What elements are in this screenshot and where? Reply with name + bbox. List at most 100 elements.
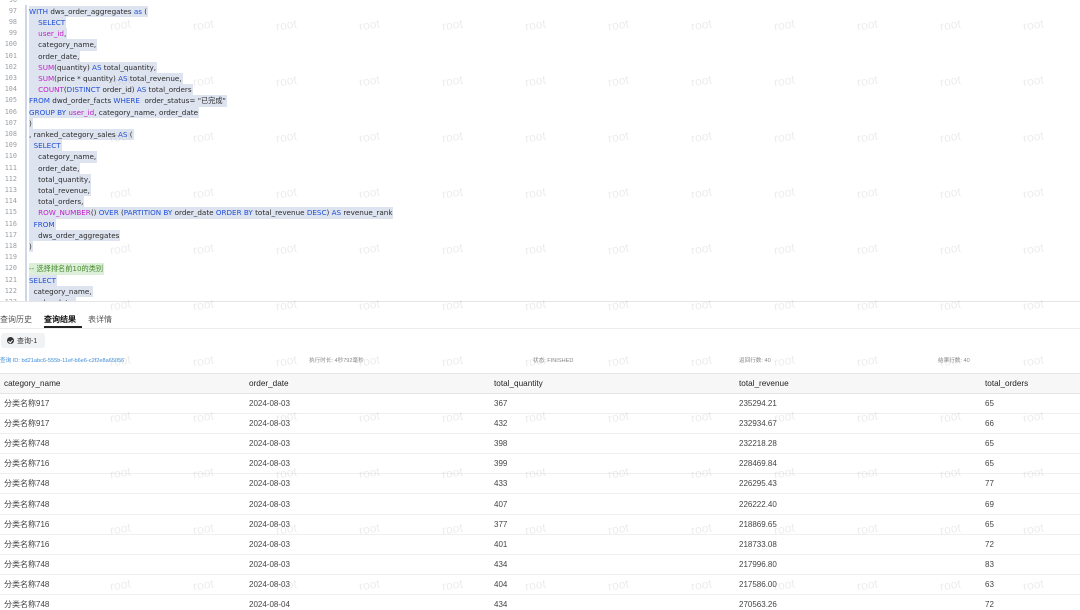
line-number: 113: [4, 185, 17, 194]
table-cell: 66: [981, 413, 1080, 435]
column-header[interactable]: total_quantity: [490, 373, 735, 394]
column-header[interactable]: total_revenue: [735, 373, 981, 394]
line-number: 108: [4, 129, 17, 138]
result-rows: 结果行数: 40: [938, 358, 970, 364]
code-line[interactable]: 121 SELECT: [0, 274, 1080, 286]
code-token: total_orders,: [29, 197, 84, 207]
code-line[interactable]: 119: [0, 252, 1080, 263]
code-line[interactable]: 122 category_name,: [0, 285, 1080, 297]
table-row[interactable]: 分类名称716 2024-08-03 401 218733.08 72: [0, 534, 1080, 555]
code-line[interactable]: 109 SELECT: [0, 140, 1080, 152]
code-token: AS: [117, 129, 128, 139]
code-token: total_revenue: [252, 208, 307, 218]
result-table: category_name order_date total_quantity tot…: [0, 373, 1080, 610]
code-token: SELECT: [38, 17, 66, 27]
query-id[interactable]: 查询 ID: bd21abc6-555b-11ef-b6e6-c2f2e8a65…: [0, 356, 124, 364]
code-token: order_date,: [29, 51, 80, 61]
table-cell: 77: [981, 473, 1080, 495]
code-line[interactable]: 118): [0, 240, 1080, 253]
tab-query-history[interactable]: 查询历史: [0, 310, 38, 328]
table-cell: 72: [981, 594, 1080, 610]
table-row[interactable]: 分类名称917 2024-08-03 432 232934.67 66: [0, 413, 1080, 435]
column-header[interactable]: total_orders: [981, 373, 1080, 394]
table-cell: 404: [490, 574, 735, 595]
table-row[interactable]: 分类名称748 2024-08-03 407 226222.40 69: [0, 493, 1080, 515]
code-text: category_name,: [29, 151, 98, 163]
code-line[interactable]: 110 category_name,: [0, 151, 1080, 163]
table-row[interactable]: 分类名称716 2024-08-03 399 228469.84 65: [0, 453, 1080, 475]
table-cell: 65: [981, 433, 1080, 455]
table-row[interactable]: 分类名称748 2024-08-03 404 217586.00 63: [0, 574, 1080, 595]
code-line[interactable]: 97 WITH dws_order_aggregates as (: [0, 5, 1080, 17]
table-row[interactable]: 分类名称748 2024-08-03 434 217996.80 83: [0, 554, 1080, 575]
code-line[interactable]: 104 COUNT(DISTINCT order_id) AS total_or…: [0, 84, 1080, 96]
code-line[interactable]: 108 , ranked_category_sales AS (: [0, 128, 1080, 141]
table-cell: 2024-08-03: [245, 413, 490, 435]
code-text: total_quantity,: [29, 173, 92, 185]
query-status: 状态: FINISHED: [533, 358, 574, 364]
line-number: 120: [4, 264, 17, 273]
code-line[interactable]: 103 SUM(price * quantity) AS total_reven…: [0, 72, 1080, 85]
code-line[interactable]: 107): [0, 117, 1080, 129]
code-line[interactable]: 98 SELECT: [0, 16, 1080, 29]
line-number: 121: [4, 275, 17, 284]
column-header[interactable]: category_name: [0, 373, 245, 394]
line-number: 114: [4, 197, 17, 206]
code-token: ): [29, 118, 32, 128]
code-line[interactable]: 115 ROW_NUMBER() OVER (PARTITION BY orde…: [0, 207, 1080, 219]
table-cell: 434: [490, 594, 735, 610]
code-token: (price * quantity): [54, 73, 119, 83]
table-row[interactable]: 分类名称748 2024-08-03 398 232218.28 65: [0, 433, 1080, 455]
table-row[interactable]: 分类名称748 2024-08-04 434 270563.26 72: [0, 594, 1080, 610]
code-token: SELECT: [29, 275, 57, 285]
table-cell: 2024-08-03: [245, 493, 490, 515]
code-line[interactable]: 106 GROUP BY user_id, category_name, orde…: [0, 106, 1080, 118]
code-token: (): [90, 208, 99, 218]
code-token: revenue_rank: [341, 208, 393, 218]
table-cell: 分类名称917: [0, 413, 245, 435]
table-cell: 2024-08-03: [245, 554, 490, 575]
table-cell: 2024-08-03: [245, 433, 490, 455]
table-cell: 69: [981, 493, 1080, 515]
code-line[interactable]: 113 total_revenue,: [0, 184, 1080, 197]
code-line[interactable]: 102 SUM(quantity) AS total_quantity,: [0, 61, 1080, 73]
code-token: SUM: [38, 62, 55, 72]
code-text: -- 选择排名前10的类别: [29, 263, 105, 275]
code-token: user_id: [68, 107, 95, 117]
code-token: -- 选择排名前10的类别: [29, 264, 104, 274]
panel-divider[interactable]: [0, 301, 1080, 302]
tab-table-details[interactable]: 表详情: [88, 310, 118, 328]
code-line[interactable]: 111 order_date,: [0, 162, 1080, 174]
code-token: order_date,: [29, 163, 80, 173]
table-row[interactable]: 分类名称917 2024-08-03 367 235294.21 65: [0, 393, 1080, 415]
table-cell: 232218.28: [735, 433, 981, 455]
table-cell: 2024-08-03: [245, 534, 490, 555]
code-text: WITH dws_order_aggregates as (: [29, 5, 149, 17]
table-row[interactable]: 分类名称716 2024-08-03 377 218869.65 65: [0, 514, 1080, 535]
code-line[interactable]: 101 order_date,: [0, 50, 1080, 62]
code-line[interactable]: 116 FROM: [0, 218, 1080, 230]
code-line[interactable]: 100 category_name,: [0, 39, 1080, 51]
code-line[interactable]: 117 dws_order_aggregates: [0, 229, 1080, 241]
query-tab-chip[interactable]: 查询-1: [1, 333, 46, 348]
code-line[interactable]: 112 total_quantity,: [0, 173, 1080, 185]
tab-query-results[interactable]: 查询结果: [44, 310, 82, 328]
code-text: total_orders,: [29, 196, 85, 208]
table-row[interactable]: 分类名称748 2024-08-03 433 226295.43 77: [0, 473, 1080, 495]
line-number: 116: [4, 219, 17, 228]
table-cell: 分类名称748: [0, 554, 245, 575]
code-token: ,: [63, 29, 67, 39]
code-line[interactable]: 114 total_orders,: [0, 196, 1080, 208]
tabs-underline: [0, 328, 1080, 329]
code-token: , category_name, order_date: [94, 107, 199, 117]
code-line[interactable]: 120 -- 选择排名前10的类别: [0, 263, 1080, 275]
code-line[interactable]: 105 FROM dwd_order_facts WHERE order_stat…: [0, 95, 1080, 107]
table-cell: 分类名称748: [0, 433, 245, 455]
code-token: category_name,: [29, 286, 92, 296]
code-token: SELECT: [33, 141, 61, 151]
code-text: SELECT: [29, 140, 62, 152]
code-line[interactable]: 99 user_id,: [0, 28, 1080, 40]
column-header[interactable]: order_date: [245, 373, 490, 394]
sql-editor[interactable]: 9697WITH dws_order_aggregates as (98 SEL…: [0, 0, 1080, 301]
